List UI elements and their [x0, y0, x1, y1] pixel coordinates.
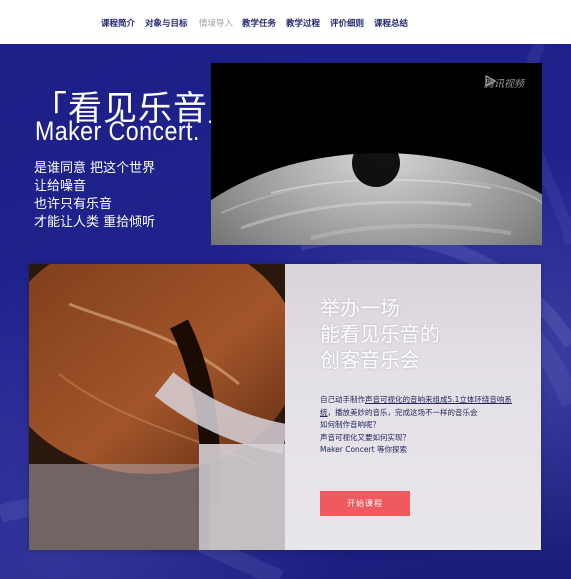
poem-line: 才能让人类 重拾倾听: [34, 215, 156, 230]
nav-item-course-intro[interactable]: 课程简介: [101, 17, 135, 29]
course-card: 举办一场 能看见乐音的 创客音乐会 自己动手制作声音可视化的音响来组成5.1立体…: [29, 264, 541, 550]
heading-line: 能看见乐音的: [320, 322, 440, 346]
description-text: 自己动手制作: [320, 395, 365, 404]
hero-section: 「看见乐音」 Maker Concert. 是谁同意 把这个世界 让给噪音 也许…: [0, 44, 571, 579]
top-navigation: 课程简介 对象与目标 情境导入 教学任务 教学过程 评价细则 课程总结: [0, 0, 571, 44]
course-description: 自己动手制作声音可视化的音响来组成5.1立体环绕音响系统，播放美妙的音乐，完成这…: [320, 394, 525, 457]
poem-line: 是谁同意 把这个世界: [34, 161, 156, 176]
violin-image: [29, 264, 285, 550]
hero-title-english: Maker Concert.: [35, 116, 200, 146]
nav-item-evaluation[interactable]: 评价细则: [330, 17, 364, 29]
video-player[interactable]: 腾讯视频: [211, 63, 542, 245]
question-text: 如何制作音响呢？: [320, 420, 380, 429]
hero-poem: 是谁同意 把这个世界 让给噪音 也许只有乐音 才能让人类 重拾倾听: [34, 160, 155, 232]
start-course-button[interactable]: 开始课程: [320, 491, 410, 516]
video-logo: 腾讯视频: [484, 75, 524, 90]
poem-line: 也许只有乐音: [34, 197, 113, 212]
heading-line: 创客音乐会: [320, 348, 420, 372]
course-card-text: 举办一场 能看见乐音的 创客音乐会 自己动手制作声音可视化的音响来组成5.1立体…: [285, 264, 541, 550]
violin-illustration: [29, 264, 285, 550]
nav-item-teaching-process[interactable]: 教学过程: [286, 17, 320, 29]
invite-text: Maker Concert 等你探索: [320, 445, 407, 454]
video-play-button[interactable]: [352, 139, 400, 187]
heading-line: 举办一场: [320, 296, 400, 320]
question-text: 声音可视化又要如何实现？: [320, 432, 410, 442]
course-heading: 举办一场 能看见乐音的 创客音乐会: [320, 295, 440, 373]
poem-line: 让给噪音: [34, 179, 87, 194]
tencent-video-icon: [485, 75, 496, 87]
nav-item-course-summary[interactable]: 课程总结: [374, 17, 408, 29]
nav-item-audience-goals[interactable]: 对象与目标: [145, 17, 188, 29]
nav-item-teaching-tasks[interactable]: 教学任务: [242, 17, 276, 29]
nav-item-scenario-intro[interactable]: 情境导入: [199, 17, 233, 29]
description-text: ，播放美妙的音乐，完成这场不一样的音乐会: [327, 407, 478, 417]
